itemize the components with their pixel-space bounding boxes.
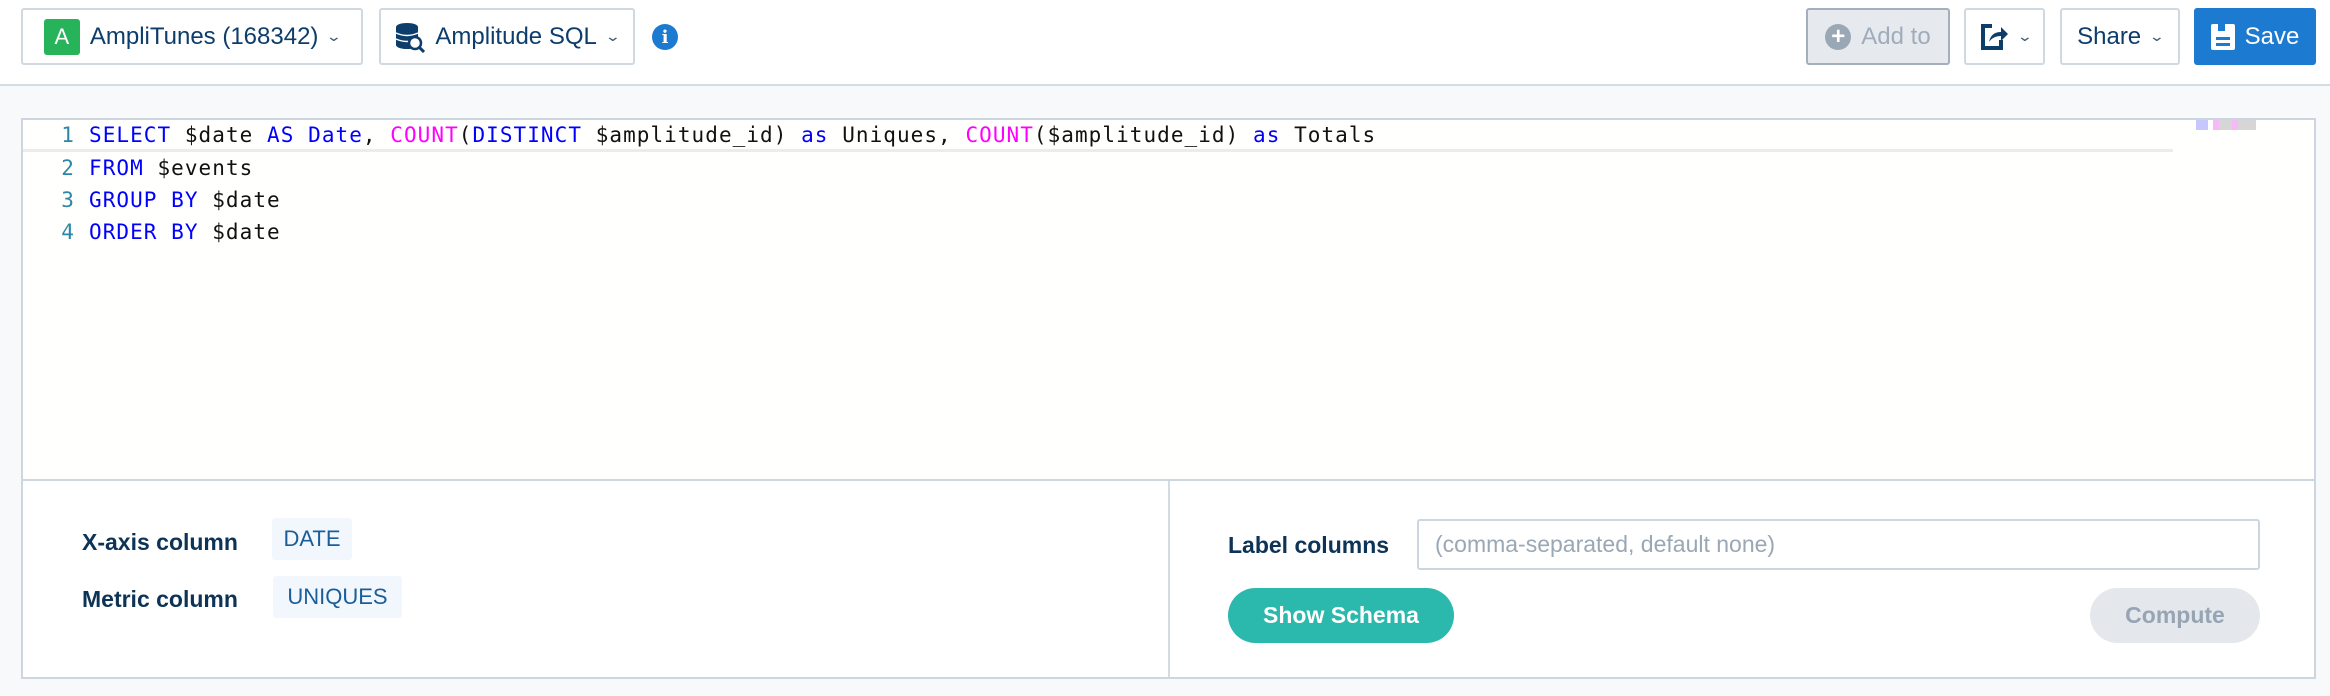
add-to-label: Add to — [1861, 22, 1931, 50]
sql-text: $date — [198, 188, 281, 212]
show-schema-button[interactable]: Show Schema — [1228, 588, 1454, 643]
datasource-label: Amplitude SQL — [435, 22, 597, 50]
sql-text: Totals — [1280, 122, 1377, 147]
project-badge: A — [43, 18, 80, 55]
sql-function: COUNT — [390, 122, 459, 147]
sql-keyword: ORDER BY — [89, 220, 199, 244]
share-button[interactable]: Share ⌄ — [2060, 8, 2180, 65]
x-axis-column-value[interactable]: DATE — [272, 518, 352, 560]
export-button[interactable]: ⌄ — [1964, 8, 2045, 65]
sql-keyword: FROM — [89, 156, 144, 180]
add-to-button[interactable]: + Add to — [1806, 8, 1950, 65]
info-icon[interactable]: i — [652, 24, 678, 50]
line-number: 1 — [61, 122, 75, 147]
sql-text: ( — [458, 122, 473, 147]
top-bar: A AmpliTunes (168342) ⌄ Amplitude SQL ⌄ … — [0, 0, 2330, 86]
code-line[interactable]: 3 GROUP BY $date — [23, 184, 2173, 216]
sql-text: $date — [198, 220, 281, 244]
sql-keyword: AS — [267, 122, 295, 147]
share-label: Share — [2077, 22, 2142, 50]
panel-divider — [1168, 481, 1170, 677]
sql-keyword: as — [1253, 122, 1281, 147]
sql-text: $amplitude_id) — [582, 122, 802, 147]
sql-function: COUNT — [965, 122, 1034, 147]
chevron-down-icon: ⌄ — [326, 28, 343, 44]
code-line[interactable]: 1 SELECT $date AS Date, COUNT(DISTINCT $a… — [23, 120, 2173, 152]
save-label: Save — [2244, 22, 2300, 50]
chevron-down-icon: ⌄ — [2016, 28, 2033, 44]
line-number: 4 — [61, 220, 75, 244]
chevron-down-icon: ⌄ — [2148, 28, 2166, 44]
sql-keyword: SELECT — [89, 122, 172, 147]
project-label: AmpliTunes (168342) — [89, 22, 319, 50]
sql-text: Uniques, — [828, 122, 966, 147]
floppy-disk-icon — [2210, 23, 2235, 50]
editor-minimap[interactable] — [2196, 120, 2256, 130]
code-line[interactable]: 2 FROM $events — [23, 152, 2173, 184]
sql-text: $date — [171, 122, 268, 147]
label-columns-input[interactable]: (comma-separated, default none) — [1417, 519, 2260, 570]
project-selector[interactable]: A AmpliTunes (168342) ⌄ — [21, 8, 363, 65]
sql-text: , — [362, 122, 391, 147]
plus-circle-icon: + — [1825, 23, 1852, 50]
code-line[interactable]: 4 ORDER BY $date — [23, 216, 2173, 248]
sql-keyword: as — [801, 122, 829, 147]
metric-column-value[interactable]: UNIQUES — [273, 576, 402, 618]
sql-keyword: GROUP BY — [89, 188, 199, 212]
metric-column-label: Metric column — [82, 586, 238, 612]
datasource-selector[interactable]: Amplitude SQL ⌄ — [379, 8, 635, 65]
line-number: 3 — [61, 188, 75, 212]
x-axis-column-label: X-axis column — [82, 529, 238, 555]
sql-keyword: DISTINCT — [472, 122, 583, 147]
save-button[interactable]: Save — [2194, 8, 2316, 65]
compute-button[interactable]: Compute — [2090, 588, 2260, 643]
sql-editor[interactable]: 1 SELECT $date AS Date, COUNT(DISTINCT $a… — [21, 118, 2316, 481]
label-columns-label: Label columns — [1228, 532, 1390, 558]
export-icon — [1980, 23, 2008, 50]
sql-keyword: Date — [308, 122, 363, 147]
sql-text: $events — [143, 156, 254, 180]
line-number: 2 — [61, 156, 75, 180]
chevron-down-icon: ⌄ — [604, 28, 621, 44]
query-settings-panel: X-axis column DATE Metric column UNIQUES… — [21, 479, 2316, 679]
sql-text: ($amplitude_id) — [1033, 122, 1253, 147]
database-search-icon — [396, 22, 426, 53]
